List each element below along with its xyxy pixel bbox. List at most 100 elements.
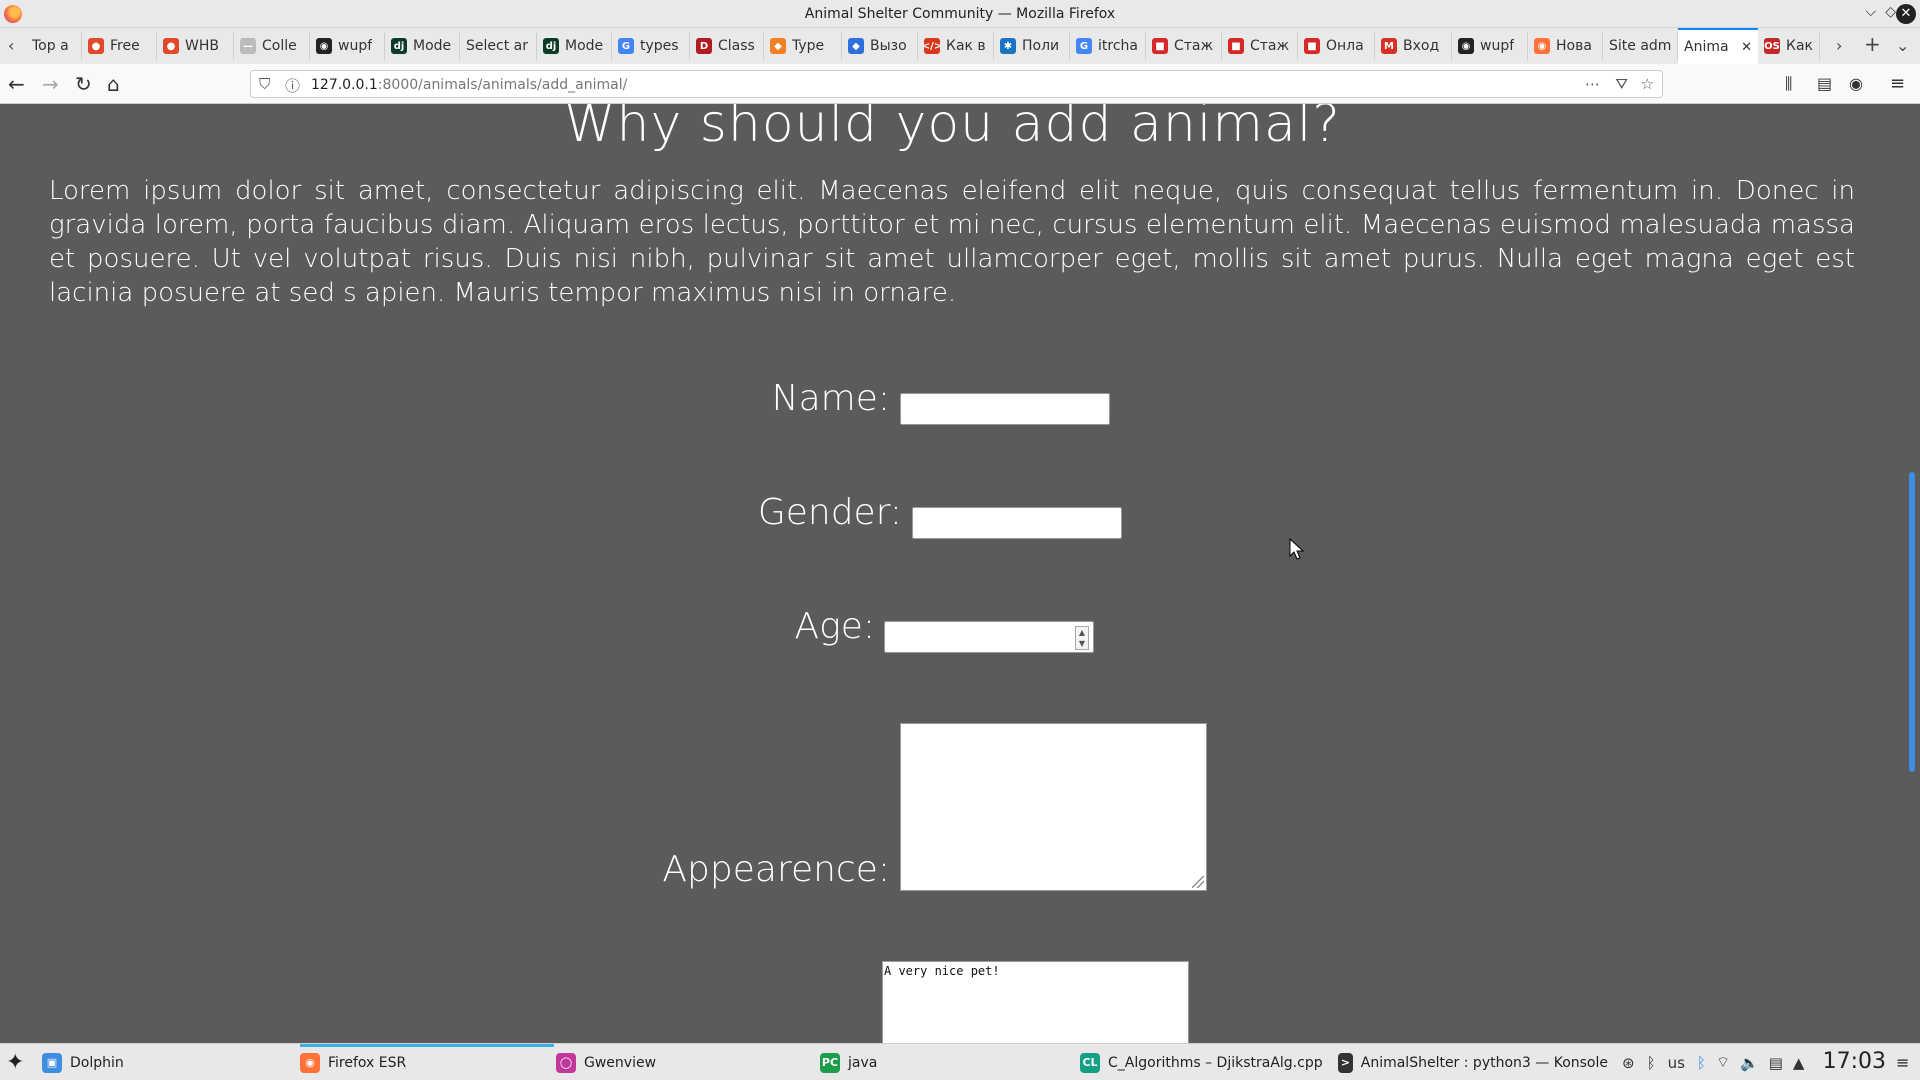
home-button[interactable]: ⌂: [107, 72, 120, 96]
tab[interactable]: M Вход: [1375, 32, 1452, 60]
tab-label: Select ar: [466, 38, 528, 54]
tab-label: Colle: [262, 38, 297, 54]
reload-button[interactable]: ↻: [75, 72, 92, 96]
tab[interactable]: ● Free: [82, 32, 157, 60]
back-button[interactable]: ←: [8, 72, 25, 96]
age-spinner[interactable]: ▲ ▼: [1075, 626, 1089, 650]
appearance-textarea[interactable]: [900, 723, 1207, 891]
task-label: AnimalShelter : python3 — Konsole: [1360, 1054, 1608, 1071]
tab-favicon-icon: ◉: [1458, 38, 1474, 54]
description-textarea[interactable]: A very nice pet!: [882, 961, 1189, 1043]
tab[interactable]: Top a: [26, 32, 82, 60]
resize-grip-icon[interactable]: [1192, 876, 1204, 888]
library-icon[interactable]: ⫼: [1785, 72, 1792, 96]
account-icon[interactable]: ◉: [1849, 72, 1863, 96]
system-tray: ⊛ ᛒ us ᛒ ⌔ 🔈 ▤ ▲: [1622, 1044, 1804, 1080]
age-label: Age:: [794, 606, 875, 647]
taskbar-task[interactable]: ◯ Gwenview: [556, 1044, 818, 1080]
tab[interactable]: — Colle: [234, 32, 310, 60]
tab[interactable]: ◉ wupf: [310, 32, 385, 60]
tab[interactable]: Gitrcha: [1070, 32, 1146, 60]
gender-input[interactable]: [912, 507, 1122, 539]
app-launcher-icon[interactable]: ✦: [6, 1044, 24, 1080]
tab[interactable]: </> Как в: [918, 32, 994, 60]
spin-down-icon[interactable]: ▼: [1076, 638, 1088, 649]
tab[interactable]: OS Как д: [1758, 32, 1820, 60]
age-input[interactable]: ▲ ▼: [884, 621, 1094, 653]
tab[interactable]: ■ Стаж: [1146, 32, 1222, 60]
clipboard-icon[interactable]: ▤: [1769, 1054, 1783, 1072]
wifi-icon[interactable]: ⌔: [1716, 1053, 1730, 1072]
tab[interactable]: ✱ Поли: [994, 32, 1070, 60]
taskbar-task[interactable]: PC java: [820, 1044, 1078, 1080]
tab-label: Site adm: [1609, 38, 1671, 54]
tab[interactable]: ● WHB: [157, 32, 234, 60]
tracking-shield-icon[interactable]: ⛉: [259, 75, 270, 93]
maximize-icon[interactable]: ◇: [1885, 4, 1896, 20]
bookmark-star-icon[interactable]: ☆: [1641, 75, 1654, 93]
tab[interactable]: Gtypes: [612, 32, 690, 60]
pocket-icon[interactable]: ⛛: [1615, 75, 1628, 93]
tab-label: Type: [792, 38, 825, 54]
tab[interactable]: ◆ Вызо: [842, 32, 918, 60]
tab-favicon-icon: ■: [1228, 38, 1244, 54]
task-label: Dolphin: [70, 1054, 124, 1071]
tray-expand-icon[interactable]: ▲: [1793, 1054, 1805, 1072]
tab-favicon-icon: dj: [543, 38, 559, 54]
tab-label: Free: [110, 38, 140, 54]
close-tab-icon[interactable]: ✕: [1741, 40, 1752, 55]
clock[interactable]: 17:03: [1823, 1049, 1886, 1074]
tab-favicon-icon: ◆: [848, 38, 864, 54]
page-scrollbar[interactable]: [1905, 104, 1920, 1043]
tab-favicon-icon: M: [1381, 38, 1397, 54]
list-all-tabs-icon[interactable]: ⌄: [1896, 36, 1909, 55]
tabs-scroll-left-icon[interactable]: ‹: [8, 36, 14, 55]
firefox-window: Animal Shelter Community — Mozilla Firef…: [0, 0, 1920, 1080]
tab[interactable]: ◉ Нова: [1528, 32, 1603, 60]
tab-favicon-icon: D: [696, 38, 712, 54]
tab[interactable]: Anima ✕: [1678, 28, 1758, 64]
spin-up-icon[interactable]: ▲: [1076, 627, 1088, 638]
minimize-icon[interactable]: ⌵: [1865, 4, 1876, 20]
tab[interactable]: ■ Онла: [1298, 32, 1375, 60]
address-bar[interactable]: ⛉ ⓘ 127.0.0.1:8000/animals/animals/add_a…: [250, 70, 1663, 98]
tab-favicon-icon: ◉: [316, 38, 332, 54]
scrollbar-thumb[interactable]: [1909, 472, 1915, 772]
tab-label: Поли: [1022, 38, 1060, 54]
taskbar-task[interactable]: ◉ Firefox ESR: [300, 1044, 554, 1080]
tab[interactable]: ◉ wupf: [1452, 32, 1528, 60]
tab[interactable]: ■ Стаж: [1222, 32, 1298, 60]
bluetooth-icon[interactable]: ᛒ: [1647, 1054, 1656, 1072]
tab[interactable]: D Class: [690, 32, 764, 60]
tab-label: Онла: [1326, 38, 1364, 54]
tabs-scroll-right-icon[interactable]: ›: [1836, 36, 1842, 55]
taskbar-menu-icon[interactable]: ≡: [1896, 1044, 1909, 1080]
taskbar-task[interactable]: > AnimalShelter : python3 — Konsole: [1338, 1044, 1608, 1080]
keyboard-layout[interactable]: us: [1668, 1054, 1685, 1072]
taskbar-task[interactable]: CL C_Algorithms – DjikstraAlg.cpp: [1080, 1044, 1336, 1080]
tab[interactable]: Select ar: [460, 32, 537, 60]
new-tab-button[interactable]: +: [1864, 32, 1881, 56]
forward-button[interactable]: →: [42, 72, 59, 96]
window-title: Animal Shelter Community — Mozilla Firef…: [804, 6, 1116, 22]
tab[interactable]: ◆ Type: [764, 32, 842, 60]
tab-favicon-icon: ◆: [770, 38, 786, 54]
tab[interactable]: Site adm: [1603, 32, 1678, 60]
bluetooth-active-icon[interactable]: ᛒ: [1697, 1054, 1706, 1072]
menu-hamburger-icon[interactable]: ≡: [1890, 72, 1905, 96]
site-info-icon[interactable]: ⓘ: [285, 75, 300, 96]
page-actions-icon[interactable]: ⋯: [1585, 75, 1600, 93]
network-status-icon[interactable]: ⊛: [1622, 1054, 1635, 1072]
close-window-button[interactable]: ✕: [1896, 4, 1916, 24]
tab[interactable]: dj Mode: [385, 32, 460, 60]
sidebar-icon[interactable]: ▤: [1817, 72, 1832, 96]
volume-icon[interactable]: 🔈: [1740, 1054, 1759, 1072]
task-label: java: [848, 1054, 878, 1071]
taskbar-task[interactable]: ▣ Dolphin: [42, 1044, 292, 1080]
task-label: Firefox ESR: [328, 1054, 407, 1071]
tab[interactable]: dj Mode: [537, 32, 612, 60]
tab-favicon-icon: G: [1076, 38, 1092, 54]
tab-favicon-icon: G: [618, 38, 634, 54]
tab-strip: ‹ › + ⌄ Top a ● Free ● WHB — Colle ◉ wupf dj Mode S…: [0, 28, 1920, 64]
name-input[interactable]: [900, 393, 1110, 425]
